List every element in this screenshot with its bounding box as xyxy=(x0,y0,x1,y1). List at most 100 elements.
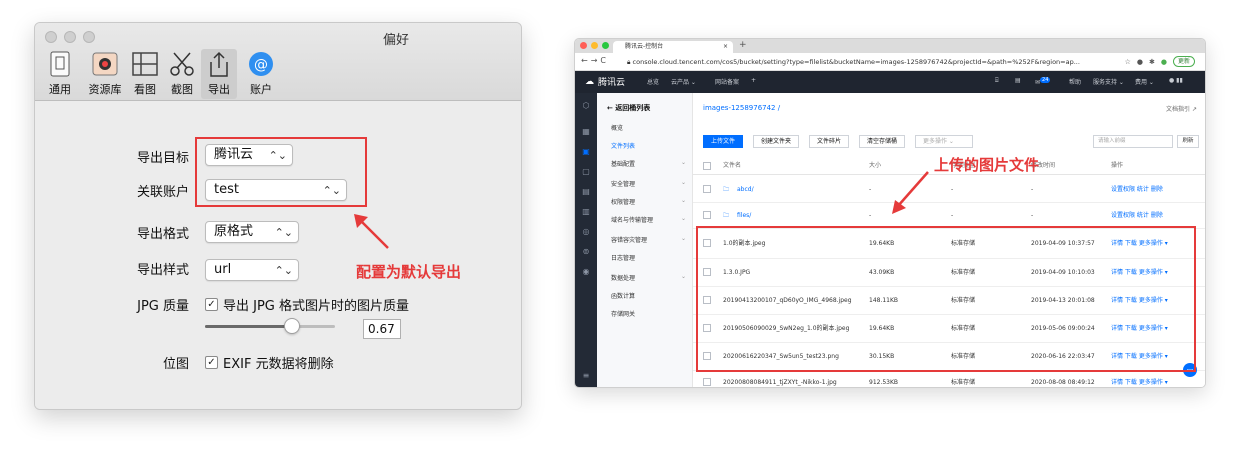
create-folder-button[interactable]: 创建文件夹 xyxy=(753,135,800,148)
doc-guide-link[interactable]: 文档指引 ↗ xyxy=(1166,104,1197,113)
refresh-button[interactable]: 刷新 xyxy=(1177,135,1199,148)
menu-icp[interactable]: 网站备案 xyxy=(715,77,739,86)
logo-text: 腾讯云 xyxy=(598,78,626,88)
sidebar-item[interactable]: 数据处理 xyxy=(611,273,635,282)
tab-library[interactable]: 资源库 xyxy=(83,49,127,99)
folder-icon: 🗀︎ xyxy=(723,186,730,193)
menu-help[interactable]: 帮助 xyxy=(1069,77,1081,86)
style-value: url xyxy=(214,262,232,277)
tab-account[interactable]: @ 账户 xyxy=(243,49,279,99)
row-actions[interactable]: 详情 下载 更多操作 ▾ xyxy=(1111,371,1168,387)
upload-file-button[interactable]: 上传文件 xyxy=(703,135,744,148)
row-checkbox[interactable] xyxy=(703,185,711,193)
grid-icon[interactable]: ▦ xyxy=(581,127,591,137)
sidebar-item[interactable]: 文件列表 xyxy=(611,141,635,150)
sidebar-item[interactable]: 域名与传输管理 xyxy=(611,215,653,224)
prefix-search-input[interactable]: 请输入前缀 xyxy=(1093,135,1173,148)
preferences-toolbar: 偏好 通用 资源库 看图 截图 导出 @ 账户 xyxy=(35,23,521,101)
collapse-icon[interactable]: ≡ xyxy=(581,371,591,381)
tencent-cloud-logo[interactable]: ☁ 腾讯云 xyxy=(585,75,626,89)
doc-icon[interactable]: ▤ xyxy=(1015,77,1021,84)
chevron-down-icon: ⌄ xyxy=(681,215,687,222)
settings-icon[interactable]: ⊚ xyxy=(581,247,591,257)
empty-bucket-button[interactable]: 清空存储桶 xyxy=(859,135,906,148)
row-checkbox[interactable] xyxy=(703,378,711,386)
sidebar-item[interactable]: 容错容灾管理 xyxy=(611,235,647,244)
user-avatar-icon[interactable]: ● ▮▮ xyxy=(1169,77,1183,84)
table-row[interactable]: 20200808084911_tjZXYt_-Nikko-1.jpg 912.53… xyxy=(693,371,1205,387)
jpg-quality-checkbox[interactable]: ✓ 导出 JPG 格式图片时的图片质量 xyxy=(205,295,409,314)
bitmap-label: 位图 xyxy=(162,357,189,372)
bucket-sidebar: ← 返回桶列表 概览 文件列表 基础配置 ⌄ 安全管理 ⌄ 权限管理 ⌄ 域名与传输管理 ⌄ 容错容… xyxy=(597,93,693,387)
tab-export[interactable]: 导出 xyxy=(201,49,237,99)
globe-icon[interactable]: ◎ xyxy=(581,227,591,237)
more-actions-select[interactable]: 更多操作 ⌄ xyxy=(915,135,973,148)
sidebar-item[interactable]: 基础配置 xyxy=(611,159,635,168)
menu-overview[interactable]: 总览 xyxy=(647,77,659,86)
server-icon[interactable]: ▤ xyxy=(581,187,591,197)
tab-view-label: 看图 xyxy=(134,83,156,96)
calendar-icon[interactable]: ▥ xyxy=(581,207,591,217)
exif-checkbox[interactable]: ✓ EXIF 元数据将删除 xyxy=(205,353,334,372)
browser-minimize-button[interactable] xyxy=(591,42,598,49)
update-button[interactable]: 更新 xyxy=(1172,56,1195,67)
browser-zoom-button[interactable] xyxy=(602,42,609,49)
modified-time: 2020-08-08 08:49:12 xyxy=(1031,379,1095,386)
tab-general[interactable]: 通用 xyxy=(45,49,75,99)
browser-tab[interactable]: 腾讯云-控制台 × xyxy=(613,41,733,53)
screenshot-stage: 偏好 通用 资源库 看图 截图 导出 @ 账户 导出目标 腾讯云 ⌃⌄ 关联账户… xyxy=(0,0,1239,452)
row-actions[interactable]: 设置权限 统计 删除 xyxy=(1111,177,1163,203)
jpg-quality-input[interactable]: 0.67 xyxy=(363,319,401,339)
shield-icon[interactable]: ◉ xyxy=(581,267,591,277)
mail-icon[interactable]: ✉ 24 xyxy=(1035,77,1051,86)
sidebar-item[interactable]: 安全管理 xyxy=(611,179,635,188)
nav-buttons: ←→C xyxy=(581,56,609,65)
menu-add[interactable]: + xyxy=(751,77,756,84)
back-to-buckets-link[interactable]: ← 返回桶列表 xyxy=(607,103,650,113)
cube-icon[interactable]: ⬡ xyxy=(581,101,591,111)
tab-screenshot[interactable]: 截图 xyxy=(167,49,197,99)
file-fragments-button[interactable]: 文件碎片 xyxy=(809,135,850,148)
sidebar-item[interactable]: 日志管理 xyxy=(611,253,635,262)
default-export-annotation: 配置为默认导出 xyxy=(356,263,462,281)
tab-close-icon[interactable]: × xyxy=(723,41,728,53)
menu-billing[interactable]: 费用 ⌄ xyxy=(1135,77,1154,86)
console-header: ☁ 腾讯云 总览 云产品 ⌄ 网站备案 + ⌸ ▤ ✉ 24 帮助 服务支持 ⌄ 费… xyxy=(575,71,1205,93)
table-row[interactable]: 🗀︎ abcd/ - - - 设置权限 统计 删除 xyxy=(693,177,1205,203)
address-bar: ←→C 🔒︎ console.cloud.tencent.com/cos5/bu… xyxy=(575,53,1205,71)
sidebar-item[interactable]: 函数计算 xyxy=(611,291,635,300)
file-name[interactable]: abcd/ xyxy=(737,177,754,203)
row-checkbox[interactable] xyxy=(703,211,711,219)
star-icon[interactable]: ☆ xyxy=(1125,58,1131,66)
code-icon[interactable]: ⌸ xyxy=(995,77,999,85)
puzzle-icon[interactable]: ✱ xyxy=(1149,58,1155,66)
sidebar-item[interactable]: 存储网关 xyxy=(611,309,635,318)
box-icon[interactable]: ▢ xyxy=(581,167,591,177)
jpg-quality-slider[interactable] xyxy=(205,318,335,334)
general-icon xyxy=(45,49,75,79)
menu-products[interactable]: 云产品 ⌄ xyxy=(671,77,696,86)
format-select[interactable]: 原格式 ⌃⌄ xyxy=(205,221,299,243)
file-size: - xyxy=(869,186,872,193)
product-sidebar: ⬡ ▦ ▣ ▢ ▤ ▥ ◎ ⊚ ◉ ≡ xyxy=(575,93,597,387)
tab-view[interactable]: 看图 xyxy=(130,49,160,99)
menu-support[interactable]: 服务支持 ⌄ xyxy=(1093,77,1124,86)
select-all-checkbox[interactable] xyxy=(703,162,711,170)
new-tab-button[interactable]: + xyxy=(739,40,747,50)
profile-icon[interactable]: ● xyxy=(1161,58,1167,66)
forward-arrow-icon[interactable]: → xyxy=(591,56,601,65)
extension-icon[interactable]: ● xyxy=(1137,58,1143,66)
reload-icon[interactable]: C xyxy=(600,56,609,65)
slider-knob[interactable] xyxy=(284,318,301,334)
style-select[interactable]: url ⌃⌄ xyxy=(205,259,299,281)
sidebar-item[interactable]: 权限管理 xyxy=(611,197,635,206)
tab-library-label: 资源库 xyxy=(88,83,122,96)
cos-icon[interactable]: ▣ xyxy=(581,147,591,157)
url-field[interactable]: 🔒︎ console.cloud.tencent.com/cos5/bucket… xyxy=(627,56,1087,68)
doc-guide-text: 文档指引 xyxy=(1166,106,1191,113)
bucket-breadcrumb[interactable]: images-1258976742 / xyxy=(703,104,780,112)
browser-close-button[interactable] xyxy=(580,42,587,49)
back-arrow-icon[interactable]: ← xyxy=(581,56,591,65)
chevron-down-icon: ⌄ xyxy=(681,159,687,166)
sidebar-item[interactable]: 概览 xyxy=(611,123,623,132)
